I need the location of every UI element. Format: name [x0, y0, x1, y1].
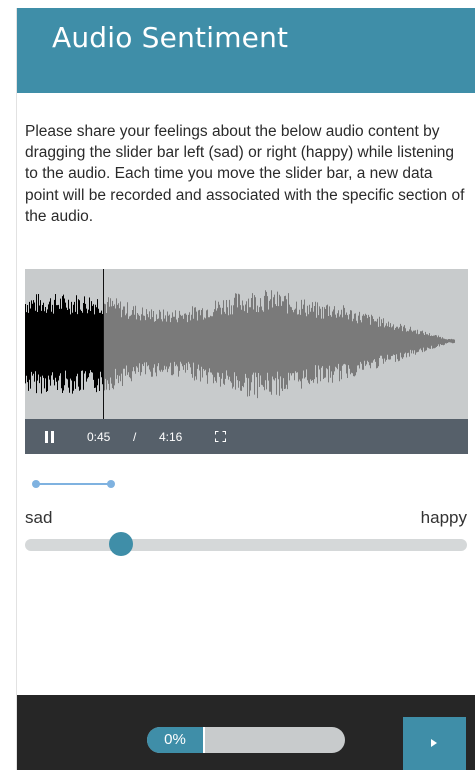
happy-label: happy [420, 508, 467, 527]
audio-waveform[interactable] [25, 269, 468, 419]
next-button[interactable] [403, 717, 466, 770]
time-separator: / [133, 430, 137, 444]
survey-footer: 0% [17, 695, 475, 770]
recorded-sentiment-line [32, 480, 115, 488]
player-controls: 0:45 / 4:16 [25, 419, 468, 454]
chevron-right-icon [431, 739, 437, 747]
data-point [32, 480, 40, 488]
progress-label: 0% [164, 731, 186, 748]
instructions-text: Please share your feelings about the bel… [25, 123, 465, 225]
total-time: 4:16 [159, 430, 183, 444]
current-time: 0:45 [87, 430, 111, 444]
pause-icon[interactable] [45, 431, 55, 443]
sentiment-slider-thumb[interactable] [109, 532, 133, 556]
fullscreen-icon[interactable] [215, 431, 226, 442]
data-point [107, 480, 115, 488]
sad-label: sad [25, 508, 53, 527]
survey-page: Audio Sentiment Please share your feelin… [17, 8, 475, 770]
audio-player: 0:45 / 4:16 [25, 269, 468, 454]
page-title: Audio Sentiment [52, 21, 289, 54]
sentiment-slider-track[interactable] [25, 539, 467, 551]
page-header: Audio Sentiment [17, 8, 475, 93]
progress-bar: 0% [147, 727, 345, 753]
